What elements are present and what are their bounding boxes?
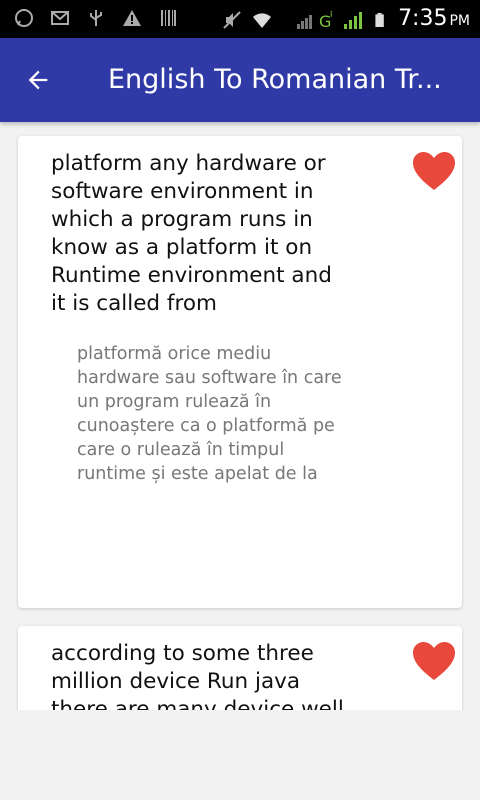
clock-time: 7:35 [398,6,448,31]
heart-icon [413,642,455,680]
barcode-icon [161,10,176,26]
english-text: platform any hardware or software enviro… [51,151,332,316]
translation-card: according to some three million device R… [18,626,462,710]
translation-list[interactable]: platform any hardware or software enviro… [0,122,480,710]
page-title: English To Romanian Tr... [108,64,442,95]
english-text: according to some three million device R… [51,641,344,710]
system-icons: G R 7:35PM [222,6,470,34]
translation-card: platform any hardware or software enviro… [18,136,462,608]
wifi-icon [253,13,272,28]
roaming-label: R [330,10,332,19]
clock-ampm: PM [449,13,470,29]
signal-strength-icon [344,12,363,29]
mute-icon [223,11,241,29]
battery-icon [375,13,384,27]
clock: 7:35 PM [398,6,470,34]
gmail-icon [51,11,69,25]
notification-icons [14,8,178,28]
heart-icon [413,152,455,190]
whatsapp-icon [15,9,33,27]
arrow-left-icon [28,70,48,90]
status-bar: G R 7:35PM [0,0,480,38]
favorite-button[interactable] [410,638,458,686]
warning-icon [123,10,141,26]
romanian-text: platformă orice mediu hardware sau softw… [77,344,342,484]
signal-icon: G R [297,10,332,30]
back-button[interactable] [16,58,60,102]
app-bar: English To Romanian Tr... [0,38,480,122]
favorite-button[interactable] [410,148,458,196]
usb-icon [90,10,102,26]
